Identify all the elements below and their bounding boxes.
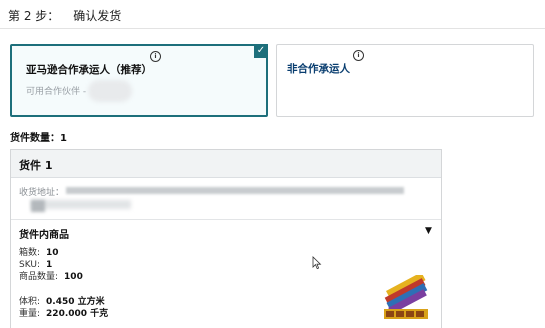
weight-row: 重量: 220.000 千克 (19, 309, 109, 319)
shipment-panel: 货件 1 收货地址： 货件内商品 ▼ 箱数: 10 SKU: 1 商品数量: 100 … (10, 149, 442, 328)
step-title-text: 确认发货 (73, 9, 122, 23)
redacted-address-line (31, 200, 131, 209)
partner-label: 可用合作伙伴 - (26, 87, 87, 97)
header-divider (0, 28, 545, 29)
step-label: 第 2 步： (8, 9, 60, 23)
detail-row: 箱数: 10 (19, 248, 59, 258)
address-label: 收货地址： (19, 188, 65, 198)
checkmark-icon: ✓ (254, 44, 268, 58)
carrier-name: 亚马逊合作承运人（推荐） (26, 64, 152, 76)
shipment-title: 货件 1 (19, 159, 53, 172)
carrier-option-amazon-partnered[interactable]: ✓ i 亚马逊合作承运人（推荐） 可用合作伙伴 - (10, 44, 268, 117)
shipment-count: 货件数量：1 (10, 133, 67, 144)
items-section-title: 货件内商品 (19, 230, 69, 241)
shipment-header: 货件 1 (11, 150, 441, 178)
redacted-partner (88, 80, 132, 102)
redacted-address (66, 187, 404, 194)
carrier-option-non-partnered[interactable]: i 非合作承运人 (276, 44, 534, 117)
caret-down-icon[interactable]: ▼ (425, 226, 432, 236)
shipment-details: 箱数: 10 SKU: 1 商品数量: 100 体积: 0.450 立方米 重量: 220… (19, 247, 108, 320)
info-icon[interactable]: i (353, 50, 364, 61)
detail-row: 商品数量: 100 (19, 272, 83, 282)
page-title: 第 2 步： 确认发货 (8, 7, 121, 24)
section-divider (11, 219, 441, 220)
redacted-address-mark (31, 200, 45, 212)
mouse-cursor-icon (312, 256, 322, 270)
carrier-name: 非合作承运人 (287, 63, 350, 75)
detail-row: SKU: 1 (19, 260, 53, 270)
info-icon[interactable]: i (150, 51, 161, 62)
product-thumbnail (380, 275, 432, 323)
volume-row: 体积: 0.450 立方米 (19, 297, 105, 307)
